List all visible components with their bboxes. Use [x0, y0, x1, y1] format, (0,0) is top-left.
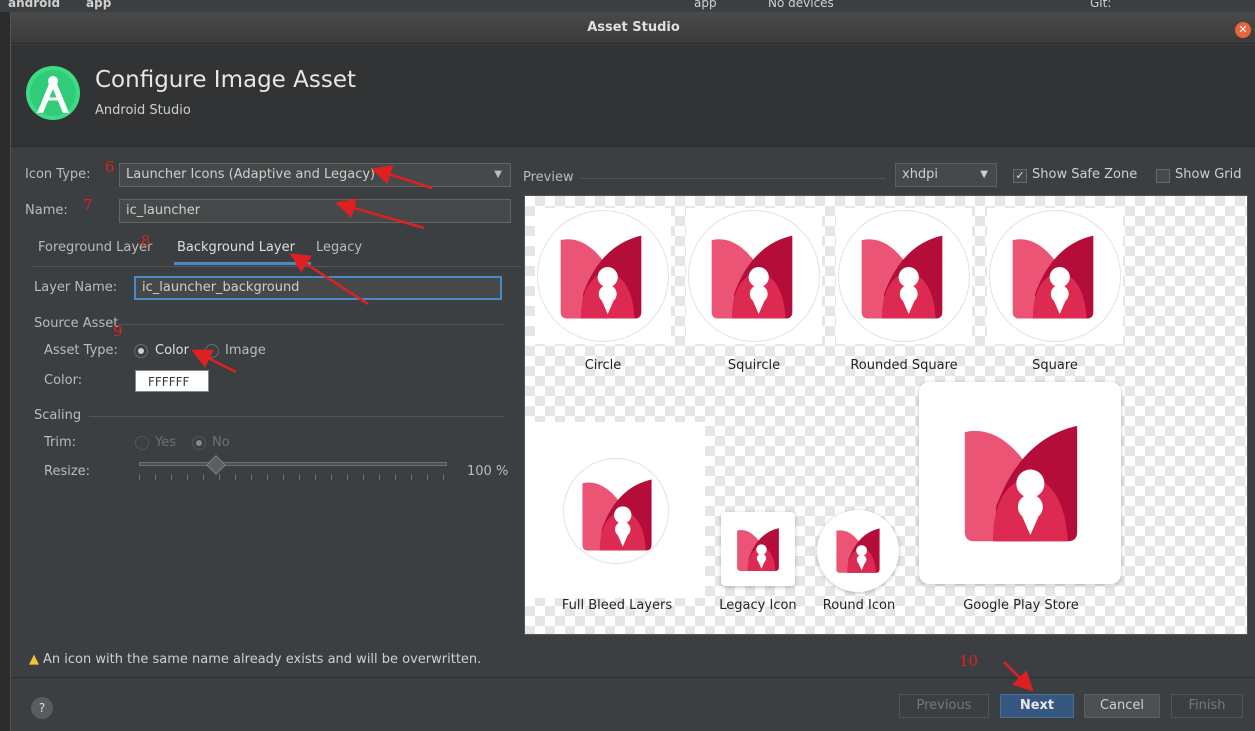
asset-type-color-radio[interactable]	[134, 344, 148, 358]
header-title: Configure Image Asset	[95, 67, 356, 93]
caption-squircle: Squircle	[727, 358, 781, 373]
color-swatch-button[interactable]: FFFFFF	[135, 370, 209, 392]
warning-icon: ▲	[29, 652, 39, 667]
dialog-title: Asset Studio	[587, 20, 680, 35]
caption-legacy: Legacy Icon	[719, 598, 797, 613]
tab-background-layer[interactable]: Background Layer	[177, 240, 295, 255]
chevron-down-icon: ▼	[494, 169, 502, 180]
name-label: Name:	[25, 203, 68, 218]
squircle-preview-icon	[694, 220, 810, 332]
trim-yes-label: Yes	[155, 435, 176, 450]
source-asset-divider	[119, 324, 504, 325]
icon-type-value: Launcher Icons (Adaptive and Legacy)	[126, 167, 376, 182]
density-value: xhdpi	[902, 167, 939, 182]
annotation-7: 7	[83, 196, 93, 214]
full-bleed-preview-icon	[565, 466, 669, 562]
asset-studio-dialog: Asset Studio ✕ Configure Image Asset And…	[10, 12, 1255, 731]
resize-slider-handle[interactable]	[206, 455, 226, 475]
layer-name-input[interactable]: ic_launcher_background	[134, 276, 502, 300]
header-subtitle: Android Studio	[95, 103, 191, 118]
preview-divider	[581, 178, 886, 179]
warning-text: An icon with the same name already exist…	[43, 652, 482, 667]
play-store-preview-icon	[939, 404, 1103, 560]
caption-play-store: Google Play Store	[963, 598, 1079, 613]
show-grid-checkbox[interactable]	[1156, 169, 1170, 183]
density-select[interactable]: xhdpi ▼	[895, 163, 997, 187]
trim-yes-radio[interactable]	[135, 436, 149, 450]
tab-legacy[interactable]: Legacy	[316, 240, 362, 255]
resize-slider-ticks	[139, 474, 447, 480]
trim-no-radio[interactable]	[192, 436, 206, 450]
preview-canvas: Circle Squircle Rounded Square Square Fu…	[524, 195, 1248, 635]
ide-toolbar-strip: android app app No devices Git:	[0, 0, 1255, 12]
annotation-6: 6	[105, 158, 115, 176]
help-button[interactable]: ?	[31, 697, 53, 719]
active-tab-indicator	[174, 262, 311, 265]
circle-preview-icon	[543, 220, 659, 332]
caption-rounded-square: Rounded Square	[850, 358, 958, 373]
annotation-9: 9	[113, 322, 123, 340]
dialog-header: Configure Image Asset Android Studio	[11, 45, 1255, 147]
annotation-8: 8	[141, 232, 151, 250]
close-icon[interactable]: ✕	[1235, 22, 1251, 38]
trim-label: Trim:	[44, 435, 77, 450]
device-select[interactable]: No devices	[768, 0, 834, 10]
tab-separator	[31, 266, 521, 267]
layer-name-label: Layer Name:	[34, 280, 118, 295]
scaling-section-label: Scaling	[34, 408, 82, 423]
breadcrumb-module[interactable]: app	[86, 0, 111, 10]
overwrite-warning: ▲ An icon with the same name already exis…	[29, 652, 481, 667]
square-preview-icon	[995, 220, 1111, 332]
resize-label: Resize:	[44, 464, 91, 479]
name-input[interactable]: ic_launcher	[119, 199, 511, 223]
resize-value: 100 %	[467, 464, 509, 479]
cancel-button[interactable]: Cancel	[1084, 694, 1160, 718]
show-grid-label[interactable]: Show Grid	[1175, 167, 1242, 182]
show-safe-zone-label[interactable]: Show Safe Zone	[1032, 167, 1137, 182]
tab-foreground-layer[interactable]: Foreground Layer	[38, 240, 152, 255]
caption-round: Round Icon	[822, 598, 896, 613]
finish-button[interactable]: Finish	[1171, 694, 1243, 718]
vcs-label: Git:	[1090, 0, 1112, 10]
caption-circle: Circle	[584, 358, 622, 373]
trim-no-label: No	[212, 435, 230, 450]
asset-type-image-radio[interactable]	[205, 344, 219, 358]
resize-slider-track[interactable]	[139, 462, 447, 466]
round-preview-icon	[827, 520, 889, 580]
android-studio-logo-icon	[26, 66, 80, 120]
run-config-select[interactable]: app	[694, 0, 717, 10]
caption-full-bleed: Full Bleed Layers	[561, 598, 673, 613]
source-asset-section-label: Source Asset	[34, 316, 119, 331]
annotation-10: 10	[959, 652, 979, 670]
scaling-divider	[89, 416, 504, 417]
previous-button[interactable]: Previous	[899, 694, 989, 718]
legacy-preview-icon	[728, 520, 788, 578]
caption-square: Square	[1032, 358, 1078, 373]
footer-divider	[11, 677, 1255, 678]
color-label: Color:	[44, 373, 83, 388]
breadcrumb-project[interactable]: android	[8, 0, 60, 10]
asset-type-image-label[interactable]: Image	[225, 343, 266, 358]
next-button[interactable]: Next	[1000, 694, 1074, 718]
rounded-square-preview-icon	[844, 220, 960, 332]
asset-type-color-label[interactable]: Color	[155, 343, 189, 358]
icon-type-label: Icon Type:	[25, 167, 91, 182]
icon-type-select[interactable]: Launcher Icons (Adaptive and Legacy) ▼	[119, 163, 511, 187]
chevron-down-icon: ▼	[980, 169, 988, 180]
preview-label: Preview	[523, 170, 574, 185]
asset-type-label: Asset Type:	[44, 343, 118, 358]
show-safe-zone-checkbox[interactable]: ✓	[1013, 169, 1027, 183]
